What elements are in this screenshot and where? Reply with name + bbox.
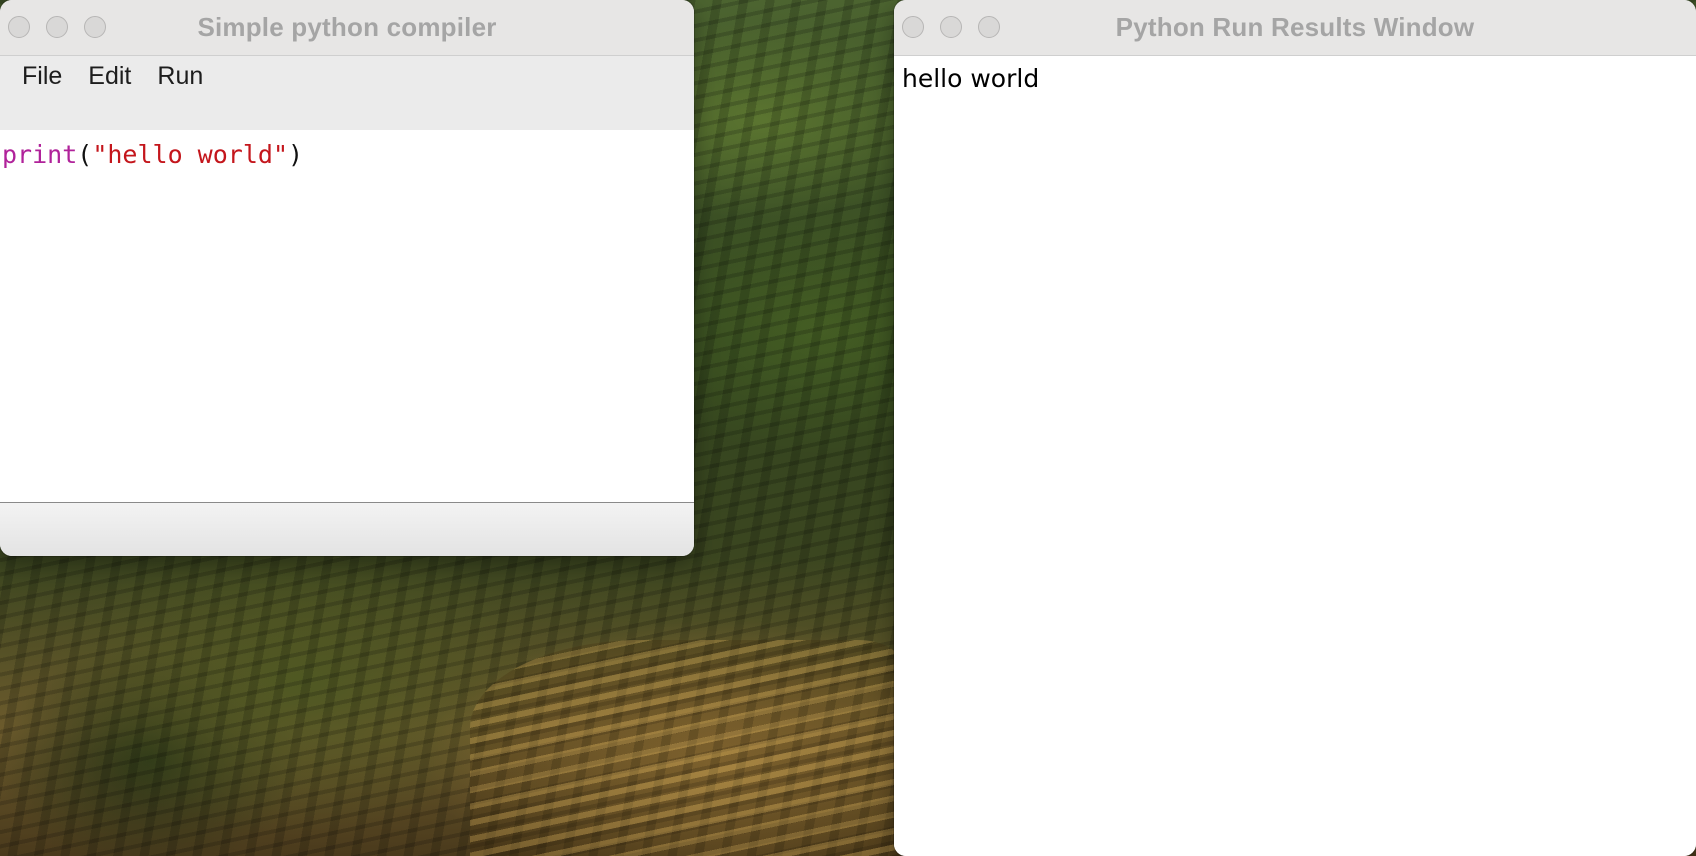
code-close-paren: ): [288, 140, 304, 169]
menu-file[interactable]: File: [14, 56, 70, 91]
compiler-window-title: Simple python compiler: [197, 12, 497, 42]
code-line: print("hello world"): [2, 140, 303, 169]
code-string: "hello world": [92, 140, 288, 169]
compiler-menubar: File Edit Run: [0, 56, 694, 130]
menu-run[interactable]: Run: [149, 56, 211, 91]
output-line: hello world: [902, 64, 1040, 93]
wallpaper-vineyard-rows: [470, 640, 900, 856]
results-window: Python Run Results Window hello world: [894, 0, 1696, 856]
compiler-window: Simple python compiler File Edit Run pri…: [0, 0, 694, 556]
code-open-paren: (: [77, 140, 93, 169]
results-titlebar[interactable]: Python Run Results Window: [894, 0, 1696, 56]
desktop-wallpaper: Simple python compiler File Edit Run pri…: [0, 0, 1696, 856]
code-function: print: [2, 140, 78, 169]
compiler-status-bar: [0, 503, 694, 556]
menu-edit[interactable]: Edit: [80, 56, 139, 91]
compiler-titlebar[interactable]: Simple python compiler: [0, 0, 694, 56]
results-output-area[interactable]: hello world: [894, 56, 1696, 856]
code-editor[interactable]: print("hello world"): [0, 130, 694, 503]
results-window-title: Python Run Results Window: [1115, 12, 1475, 42]
